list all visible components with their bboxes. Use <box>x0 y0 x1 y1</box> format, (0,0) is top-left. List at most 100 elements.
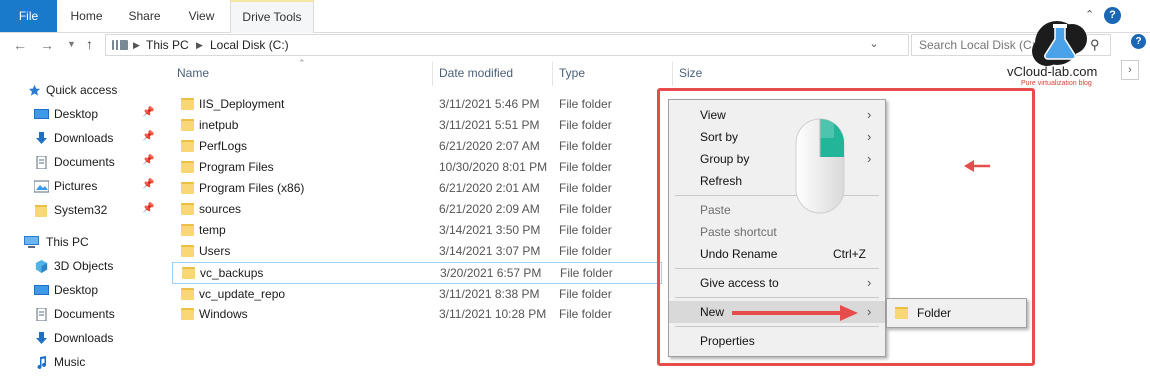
folder-icon <box>181 308 194 320</box>
up-icon[interactable]: ↑ <box>86 36 93 52</box>
sidebar-item-pc-documents[interactable]: Documents <box>0 303 165 327</box>
menu-separator <box>675 297 879 298</box>
menu-item-group-by[interactable]: Group by › <box>669 148 885 170</box>
folder-icon <box>181 98 194 110</box>
folder-icon <box>181 203 194 215</box>
chevron-right-icon: › <box>867 304 872 319</box>
downloads-icon <box>36 132 47 144</box>
this-pc-icon <box>24 236 39 248</box>
table-row[interactable]: Users 3/14/2021 3:07 PM File folder <box>172 241 662 262</box>
sidebar-item-documents[interactable]: Documents 📌 <box>0 151 165 175</box>
table-row[interactable]: Program Files (x86) 6/21/2020 2:01 AM File… <box>172 178 662 199</box>
column-divider[interactable] <box>672 62 673 86</box>
menu-item-view[interactable]: View › <box>669 104 885 126</box>
menu-item-label: Paste <box>700 203 731 217</box>
sidebar-item-this-pc[interactable]: This PC <box>0 231 165 255</box>
pin-icon[interactable]: 📌 <box>142 131 154 142</box>
sidebar-item-label: Pictures <box>54 179 98 193</box>
forward-icon[interactable]: → <box>40 37 54 53</box>
menu-item-label: Give access to <box>700 276 779 290</box>
table-row-selected[interactable]: vc_backups 3/20/2021 6:57 PM File folder <box>172 262 662 284</box>
menu-item-label: New <box>700 305 725 319</box>
table-row[interactable]: inetpub 3/11/2021 5:51 PM File folder <box>172 115 662 136</box>
table-row[interactable]: sources 6/21/2020 2:09 AM File folder <box>172 199 662 220</box>
tab-home[interactable]: Home <box>57 0 116 32</box>
sidebar-item-music[interactable]: Music <box>0 351 165 375</box>
pictures-icon <box>34 180 49 193</box>
chevron-right-icon: › <box>867 107 872 122</box>
pin-icon[interactable]: 📌 <box>142 179 154 190</box>
logo-tagline: Pure virtualization blog <box>1021 80 1092 87</box>
back-icon[interactable]: ← <box>13 37 27 53</box>
sidebar-item-system32[interactable]: System32 📌 <box>0 199 165 223</box>
menu-item-paste-shortcut[interactable]: Paste shortcut <box>669 221 885 243</box>
menu-separator <box>675 326 879 327</box>
file-name: vc_backups <box>200 266 264 280</box>
folder-icon <box>181 245 194 257</box>
tab-file[interactable]: File <box>0 0 57 32</box>
tab-drive-tools[interactable]: Drive Tools <box>230 0 314 33</box>
menu-item-properties[interactable]: Properties <box>669 330 885 352</box>
column-header-name[interactable]: Name <box>177 66 209 86</box>
menu-item-undo-rename[interactable]: Undo Rename Ctrl+Z <box>669 243 885 265</box>
column-header-type[interactable]: Type <box>559 66 585 86</box>
file-name: Program Files (x86) <box>199 181 305 195</box>
file-date: 6/21/2020 2:01 AM <box>439 181 540 195</box>
sidebar-item-pc-downloads[interactable]: Downloads <box>0 327 165 351</box>
submenu-new: Folder <box>886 298 1027 328</box>
table-row[interactable]: PerfLogs 6/21/2020 2:07 AM File folder <box>172 136 662 157</box>
address-bar[interactable]: ▶ This PC ▶ Local Disk (C:) ⌄ ↻ <box>105 34 1002 56</box>
menu-item-label: View <box>700 108 726 122</box>
file-name: PerfLogs <box>199 139 248 153</box>
column-divider[interactable] <box>552 62 553 86</box>
table-row[interactable]: vc_update_repo 3/11/2021 8:38 PM File fold… <box>172 284 662 305</box>
chevron-right-icon[interactable]: ▶ <box>133 40 140 51</box>
annotation-arrow-icon <box>964 160 990 172</box>
file-date: 10/30/2020 8:01 PM <box>439 160 548 174</box>
sidebar-item-label: Documents <box>54 307 115 321</box>
tab-share[interactable]: Share <box>116 0 173 32</box>
recent-locations-icon[interactable]: ▼ <box>67 39 76 49</box>
sidebar-item-3d-objects[interactable]: 3D Objects <box>0 255 165 279</box>
menu-item-give-access[interactable]: Give access to › <box>669 272 885 294</box>
chevron-right-icon[interactable]: › <box>1121 60 1139 80</box>
sidebar-item-desktop[interactable]: Desktop 📌 <box>0 103 165 127</box>
file-type: File folder <box>559 223 612 237</box>
star-icon <box>28 84 41 96</box>
shortcut-label: Ctrl+Z <box>833 247 866 261</box>
file-type: File folder <box>559 181 612 195</box>
file-date: 3/20/2021 6:57 PM <box>440 266 542 280</box>
pin-icon[interactable]: 📌 <box>142 203 154 214</box>
table-row[interactable]: Windows 3/11/2021 10:28 PM File folder <box>172 304 662 325</box>
menu-item-paste[interactable]: Paste <box>669 199 885 221</box>
column-divider[interactable] <box>432 62 433 86</box>
table-row[interactable]: temp 3/14/2021 3:50 PM File folder <box>172 220 662 241</box>
file-date: 3/11/2021 5:51 PM <box>439 118 540 132</box>
table-row[interactable]: IIS_Deployment 3/11/2021 5:46 PM File fold… <box>172 94 662 115</box>
column-header-size[interactable]: Size <box>679 66 702 86</box>
breadcrumb-this-pc[interactable]: This PC <box>146 38 189 52</box>
3d-objects-icon <box>35 260 48 273</box>
tab-view[interactable]: View <box>173 0 230 32</box>
sidebar-item-pictures[interactable]: Pictures 📌 <box>0 175 165 199</box>
menu-item-label: Properties <box>700 334 755 348</box>
pin-icon[interactable]: 📌 <box>142 107 154 118</box>
pin-icon[interactable]: 📌 <box>142 155 154 166</box>
column-header-date[interactable]: Date modified <box>439 66 513 86</box>
table-row[interactable]: Program Files 10/30/2020 8:01 PM File fold… <box>172 157 662 178</box>
help-icon[interactable]: ? <box>1104 7 1121 24</box>
menu-item-label: Group by <box>700 152 750 166</box>
sidebar-item-downloads[interactable]: Downloads 📌 <box>0 127 165 151</box>
submenu-item-folder[interactable]: Folder <box>917 306 951 320</box>
chevron-right-icon[interactable]: ▶ <box>196 40 203 51</box>
folder-icon <box>181 140 194 152</box>
sidebar-item-pc-desktop[interactable]: Desktop <box>0 279 165 303</box>
menu-item-sort-by[interactable]: Sort by › <box>669 126 885 148</box>
sidebar-item-quick-access[interactable]: Quick access <box>0 79 165 103</box>
help-icon[interactable]: ? <box>1131 34 1146 49</box>
folder-icon <box>181 119 194 131</box>
chevron-down-icon[interactable]: ⌄ <box>866 37 882 50</box>
breadcrumb-local-disk[interactable]: Local Disk (C:) <box>210 38 289 52</box>
menu-item-refresh[interactable]: Refresh <box>669 170 885 192</box>
folder-icon <box>181 182 194 194</box>
